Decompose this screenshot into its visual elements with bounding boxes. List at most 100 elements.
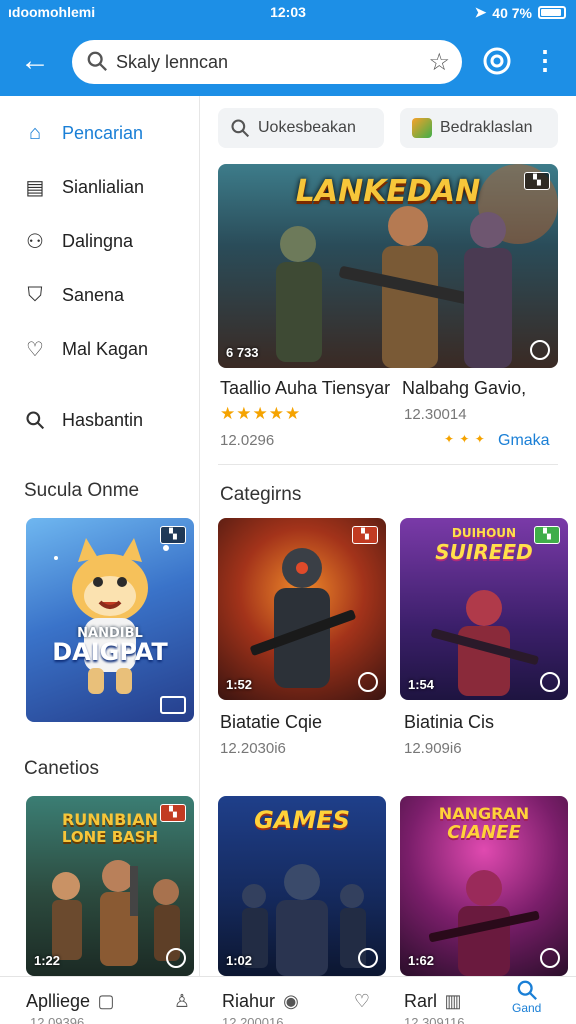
more-vert-icon[interactable]: ⋮ <box>530 46 560 76</box>
game-tile-4-art-title: CIANEE <box>447 822 521 843</box>
featured-meta-left: 12.0296 <box>220 432 275 449</box>
category-tile-1[interactable]: ▚ 1:52 <box>218 518 386 700</box>
heart-icon: ♡ <box>26 338 44 361</box>
category-tile-2-meta: 12.909i6 <box>404 740 462 757</box>
sidebar-heading-canetios: Canetios <box>24 758 99 779</box>
sidebar-item-hasbantin[interactable]: Hasbantin <box>22 403 143 437</box>
expand-icon[interactable] <box>530 340 550 360</box>
sidebar-heading-sucula-onme: Sucula Onme <box>24 480 140 501</box>
featured-meta-right: 12.30014 <box>404 406 467 423</box>
duration-label: 1:62 <box>408 953 435 968</box>
bottom-nav-favorites[interactable]: ♡ <box>350 981 374 1021</box>
sidebar-item-pencarian[interactable]: ⌂ Pencarian <box>22 116 143 150</box>
app-icon <box>412 118 432 138</box>
sidebar-game-card-2[interactable]: RUNNBIAN LONE BASH ▚ 1:22 <box>26 796 194 976</box>
sidebar: ⌂ Pencarian ▤ Sianlialian ⚇ Dalingna ⛉ S… <box>0 96 200 976</box>
location-icon: ➤ <box>474 4 487 20</box>
sidebar-item-mal-kagan[interactable]: ♡ Mal Kagan <box>22 332 148 366</box>
search-value: Skaly lenncan <box>116 52 229 72</box>
bottom-nav-search[interactable]: Gand <box>512 979 541 1019</box>
sidebar-item-sanena[interactable]: ⛉ Sanena <box>22 278 125 312</box>
expand-icon[interactable] <box>160 696 186 714</box>
category-tile-1-title[interactable]: Biatatie Cqie <box>220 712 322 733</box>
sidebar-item-label: Mal Kagan <box>62 338 149 359</box>
tv-badge-icon: ▚ <box>160 804 186 822</box>
battery-icon <box>538 6 566 19</box>
featured-title-right[interactable]: Nalbahg Gavio, <box>402 378 526 399</box>
heart-icon: ♡ <box>353 990 371 1011</box>
bottom-nav: Aplliege ▢ 12.09396 ♙ Riahur ◉ 12.200016… <box>0 976 576 1024</box>
divider <box>218 464 558 465</box>
more-link[interactable]: Gmaka <box>498 432 550 450</box>
home-icon: ⌂ <box>28 121 42 144</box>
featured-title-left[interactable]: Taallio Auha Tiensyar <box>220 378 390 399</box>
sidebar-card-2-art-title: LONE BASH <box>61 828 159 846</box>
battery-percent: 40 7% <box>492 4 532 21</box>
chip-bedraklaslan[interactable]: Bedraklaslan <box>400 108 558 148</box>
shield-icon: ⛉ <box>27 283 43 306</box>
duration-label: 1:02 <box>226 953 253 968</box>
library-icon: ▥ <box>444 990 462 1011</box>
play-icon[interactable] <box>540 672 560 692</box>
category-tile-1-meta: 12.2030i6 <box>220 740 286 757</box>
chip-uokesbeakan[interactable]: Uokesbeakan <box>218 108 384 148</box>
tv-badge-icon: ▚ <box>524 172 550 190</box>
play-icon[interactable] <box>540 948 560 968</box>
back-arrow-icon[interactable]: ← <box>18 44 52 78</box>
game-tile-3[interactable]: GAMES 1:02 <box>218 796 386 976</box>
sidebar-item-label: Pencarian <box>62 122 144 143</box>
sidebar-item-sianlialian[interactable]: ▤ Sianlialian <box>22 170 145 204</box>
chip-label: Uokesbeakan <box>258 119 356 136</box>
status-right: ➤ 40 7% <box>475 4 566 21</box>
duration-label: 1:22 <box>34 953 61 968</box>
play-icon[interactable] <box>358 948 378 968</box>
refresh-search-icon[interactable] <box>482 46 512 76</box>
bottom-nav-label: Aplliege <box>26 990 91 1011</box>
star-icon[interactable]: ☆ <box>428 48 450 77</box>
play-icon[interactable] <box>358 672 378 692</box>
duration-label: 1:54 <box>408 677 435 692</box>
search-icon <box>22 407 48 433</box>
sidebar-item-label: Dalingna <box>62 230 134 251</box>
search-icon <box>87 51 107 71</box>
game-tile-4[interactable]: NANGRAN CIANEE 1:62 <box>400 796 568 976</box>
bottom-nav-label: Riahur <box>222 990 276 1011</box>
search-icon <box>517 980 537 1000</box>
folder-icon: ▤ <box>25 176 45 199</box>
bag-icon: ▢ <box>97 990 115 1011</box>
rating-stars: ★★★★★ <box>220 404 302 423</box>
cartoon-character-art <box>54 538 169 694</box>
featured-art-title: LANKEDAN <box>295 174 481 209</box>
duration-label: 1:52 <box>226 677 253 692</box>
tv-badge-icon: ▚ <box>160 526 186 544</box>
bottom-nav-sub: 12.200016 <box>222 1015 284 1024</box>
chip-label: Bedraklaslan <box>440 119 533 136</box>
people-icon: ⚇ <box>26 230 44 253</box>
sidebar-item-label: Sanena <box>62 284 125 305</box>
game-tile-4-art-subtitle: NANGRAN <box>438 804 530 823</box>
small-stars-icon: ✦ ✦ ✦ <box>444 432 486 446</box>
bottom-nav-label: Rarl <box>404 990 438 1011</box>
featured-game-banner[interactable]: LANKEDAN ▚ 6 733 <box>218 164 558 368</box>
armored-soldier-art <box>250 548 356 688</box>
categories-heading: Categirns <box>220 484 302 505</box>
bottom-nav-profile[interactable]: ♙ <box>170 981 194 1021</box>
category-tile-2-title[interactable]: Biatinia Cis <box>404 712 494 733</box>
game-tile-3-art-title: GAMES <box>254 806 350 834</box>
bottom-nav-label: Gand <box>512 1001 542 1015</box>
sidebar-item-dalingna[interactable]: ⚇ Dalingna <box>22 224 133 258</box>
search-icon <box>231 119 250 138</box>
sidebar-game-card-1[interactable]: NANDIBL DAIGPAT ▚ <box>26 518 194 722</box>
play-icon[interactable] <box>166 948 186 968</box>
tv-badge-icon: ▚ <box>352 526 378 544</box>
bottom-nav-sub: 12.309116 <box>404 1015 465 1024</box>
search-input[interactable]: Skaly lenncan ☆ <box>72 40 462 84</box>
category-tile-2[interactable]: DUIHOUN SUIREED ▚ 1:54 <box>400 518 568 700</box>
duration-label: 6 733 <box>226 345 259 360</box>
sidebar-item-label: Sianlialian <box>62 176 145 197</box>
app-bar: ← Skaly lenncan ☆ ⋮ <box>0 26 576 96</box>
tv-badge-icon: ▚ <box>534 526 560 544</box>
bottom-nav-sub: 12.09396 <box>30 1015 85 1024</box>
sidebar-item-label: Hasbantin <box>62 409 144 430</box>
status-bar: ıdoomohlemi 12:03 ➤ 40 7% <box>0 0 576 26</box>
